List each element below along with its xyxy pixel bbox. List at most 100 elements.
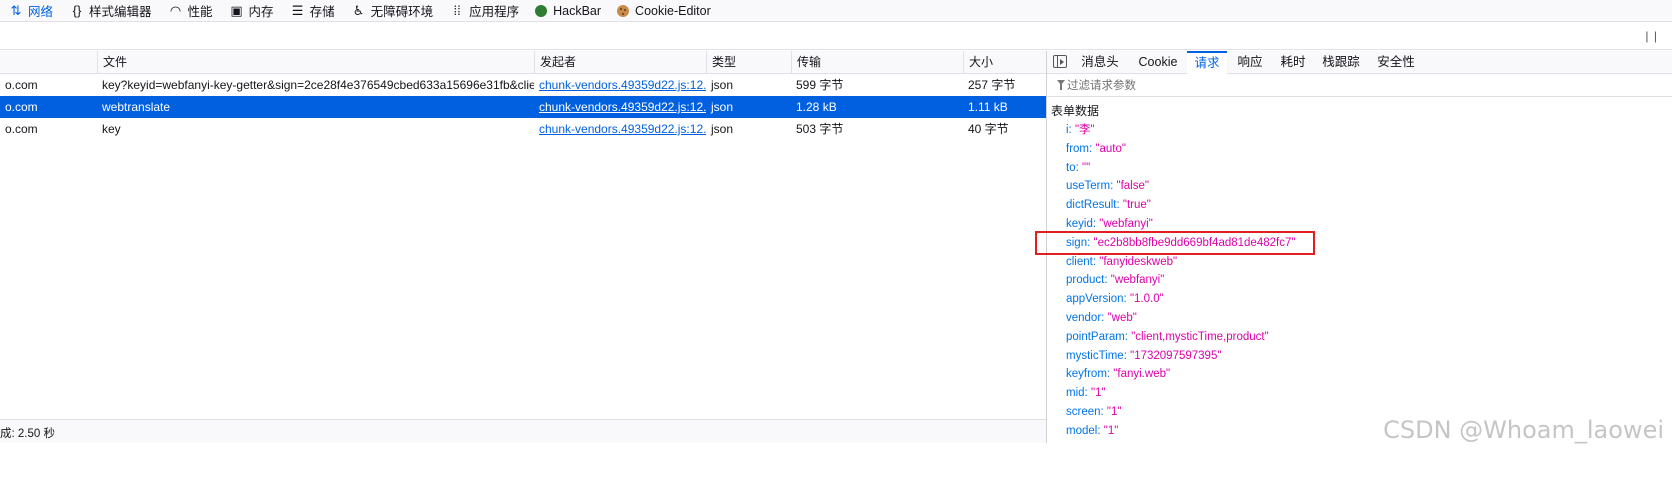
form-data-heading: 表单数据: [1051, 104, 1100, 118]
param-value: "fanyi.web": [1113, 368, 1171, 380]
tab-hackbar-label: HackBar: [553, 3, 602, 18]
tab-security[interactable]: 安全性: [1373, 51, 1419, 74]
param-key: dictResult:: [1066, 199, 1120, 211]
param-row[interactable]: pointParam: "client,mysticTime,product": [1066, 328, 1269, 346]
param-key: mid:: [1066, 387, 1088, 399]
column-transferred[interactable]: 传输: [791, 51, 963, 74]
param-value: "": [1082, 162, 1091, 174]
tab-accessibility[interactable]: ♿ 无障碍环境: [343, 0, 442, 22]
param-row[interactable]: dictResult: "true": [1066, 196, 1151, 214]
devtools-toolbar: ⇅ 网络 {} 样式编辑器 ◠ 性能 ▣ 内存 ☰ 存储 ♿ 无障碍环境 ⁞⁞ …: [0, 0, 1672, 22]
watermark: CSDN @Whoam_laowei: [1383, 416, 1664, 444]
cell-file: webtranslate: [102, 100, 171, 114]
param-row[interactable]: product: "webfanyi": [1066, 271, 1164, 289]
tab-network-label: 网络: [28, 5, 54, 19]
cell-size: 257 字节: [968, 78, 1016, 92]
tab-storage[interactable]: ☰ 存储: [282, 0, 343, 22]
params-filter-bar: [1047, 75, 1672, 97]
tab-style-editor-label: 样式编辑器: [89, 5, 152, 19]
tab-hackbar[interactable]: HackBar: [527, 0, 609, 22]
hackbar-icon: [535, 4, 548, 17]
tab-cookies[interactable]: Cookie: [1131, 51, 1185, 74]
tab-performance-label: 性能: [187, 5, 213, 19]
param-key: model:: [1066, 425, 1101, 437]
param-key: screen:: [1066, 406, 1104, 418]
param-key: keyfrom:: [1066, 368, 1111, 380]
cookie-editor-icon: [617, 4, 630, 17]
tab-cookie-editor-label: Cookie-Editor: [635, 3, 711, 18]
cell-domain: o.com: [5, 122, 38, 136]
param-key: from:: [1066, 143, 1093, 155]
param-value: "client,mysticTime,product": [1131, 331, 1269, 343]
param-row[interactable]: useTerm: "false": [1066, 177, 1149, 195]
tab-stack-trace[interactable]: 栈跟踪: [1318, 51, 1364, 74]
param-key: vendor:: [1066, 312, 1105, 324]
style-editor-icon: {}: [72, 3, 82, 18]
accessibility-icon: ♿: [352, 2, 365, 18]
param-key: client:: [1066, 256, 1097, 268]
cell-transferred: 503 字节: [796, 122, 844, 136]
param-row[interactable]: mid: "1": [1066, 384, 1106, 402]
param-row[interactable]: keyfrom: "fanyi.web": [1066, 365, 1170, 383]
details-tabs: 消息头 Cookie 请求 响应 耗时 栈跟踪 安全性: [1047, 51, 1672, 74]
param-key: pointParam:: [1066, 331, 1129, 343]
filter-icon: [1057, 80, 1065, 90]
tab-storage-label: 存储: [309, 5, 335, 19]
cell-transferred: 1.28 kB: [796, 100, 837, 114]
param-row[interactable]: vendor: "web": [1066, 309, 1137, 327]
tab-timings[interactable]: 耗时: [1273, 51, 1313, 74]
cell-size: 40 字节: [968, 122, 1009, 136]
tab-network[interactable]: ⇅ 网络: [0, 0, 61, 22]
tab-accessibility-label: 无障碍环境: [370, 5, 434, 19]
initiator-link[interactable]: chunk-vendors.49359d22.js:12...: [534, 96, 706, 118]
pause-button[interactable]: | |: [1645, 29, 1658, 43]
initiator-link[interactable]: chunk-vendors.49359d22.js:12...: [534, 118, 706, 140]
column-initiator[interactable]: 发起者: [534, 51, 706, 74]
param-value: "true": [1122, 199, 1151, 211]
table-row[interactable]: o.com key?keyid=webfanyi-key-getter&sign…: [0, 74, 1047, 96]
param-value: "fanyideskweb": [1099, 256, 1178, 268]
param-row[interactable]: screen: "1": [1066, 403, 1121, 421]
table-row-selected[interactable]: o.com webtranslate chunk-vendors.49359d2…: [0, 96, 1047, 118]
toggle-sidebar-icon[interactable]: [1053, 55, 1067, 68]
tab-style-editor[interactable]: {} 样式编辑器: [61, 0, 160, 22]
param-row[interactable]: from: "auto": [1066, 140, 1126, 158]
cell-transferred: 599 字节: [796, 78, 844, 92]
requests-table: 文件 发起者 类型 传输 大小 o.com key?keyid=webfanyi…: [0, 51, 1047, 418]
param-row[interactable]: model: "1": [1066, 422, 1118, 440]
param-value: "1": [1106, 406, 1122, 418]
param-value: "1": [1103, 425, 1119, 437]
sign-highlight-box: [1035, 231, 1315, 255]
status-text: 成: 2.50 秒: [0, 428, 55, 440]
param-row[interactable]: client: "fanyideskweb": [1066, 253, 1177, 271]
param-key: useTerm:: [1066, 180, 1114, 192]
tab-cookie-editor[interactable]: Cookie-Editor: [609, 0, 719, 22]
initiator-link[interactable]: chunk-vendors.49359d22.js:12...: [534, 74, 706, 96]
params-filter-input[interactable]: [1067, 78, 1467, 94]
tab-request[interactable]: 请求: [1187, 51, 1227, 74]
column-type[interactable]: 类型: [706, 51, 791, 74]
param-row[interactable]: mysticTime: "1732097597395": [1066, 347, 1221, 365]
application-icon: ⁞⁞: [453, 3, 461, 18]
param-row[interactable]: i: "李": [1066, 121, 1095, 139]
column-domain[interactable]: [0, 51, 97, 74]
tab-memory[interactable]: ▣ 内存: [221, 0, 282, 22]
param-key: keyid:: [1066, 218, 1097, 230]
tab-application-label: 应用程序: [469, 5, 520, 19]
cell-file: key?keyid=webfanyi-key-getter&sign=2ce28…: [102, 78, 534, 92]
param-value: "false": [1116, 180, 1149, 192]
column-size[interactable]: 大小: [963, 51, 1047, 74]
cell-domain: o.com: [5, 78, 38, 92]
column-file[interactable]: 文件: [97, 51, 534, 74]
param-key: appVersion:: [1066, 293, 1127, 305]
tab-application[interactable]: ⁞⁞ 应用程序: [441, 0, 527, 22]
tab-headers[interactable]: 消息头: [1077, 51, 1123, 74]
cell-type: json: [711, 122, 734, 136]
performance-icon: ◠: [169, 2, 182, 18]
param-row[interactable]: to: "": [1066, 159, 1090, 177]
tab-response[interactable]: 响应: [1230, 51, 1270, 74]
table-row[interactable]: o.com key chunk-vendors.49359d22.js:12..…: [0, 118, 1047, 140]
status-bar: 成: 2.50 秒: [0, 419, 1047, 443]
param-row[interactable]: appVersion: "1.0.0": [1066, 290, 1164, 308]
tab-performance[interactable]: ◠ 性能: [160, 0, 221, 22]
